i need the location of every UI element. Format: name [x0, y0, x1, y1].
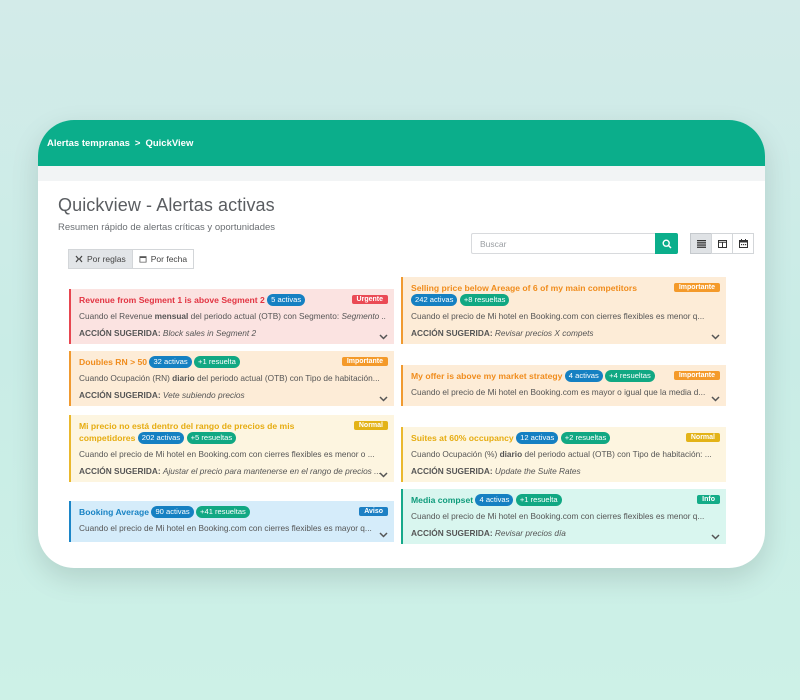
alert-title: Media compset 4 activas +1 resuelta — [411, 494, 718, 506]
resolved-count-badge: +1 resuelta — [194, 356, 240, 368]
alert-title: Booking Average 90 activas +41 resueltas — [79, 506, 386, 518]
suggested-action: ACCIÓN SUGERIDA: Ajustar el precio para … — [79, 466, 382, 476]
status-badge: Normal — [353, 421, 388, 430]
resolved-count-badge: +8 resueltas — [459, 294, 510, 306]
alert-card[interactable]: Suites at 60% occupancy 12 activas +2 re… — [401, 427, 726, 482]
chevron-down-icon[interactable] — [711, 396, 720, 402]
suggested-action: ACCIÓN SUGERIDA: Update the Suite Rates — [411, 466, 581, 476]
breadcrumb: Alertas tempranas > QuickView — [38, 120, 765, 166]
search-button[interactable] — [655, 233, 678, 254]
alert-title: Suites at 60% occupancy 12 activas +2 re… — [411, 432, 718, 444]
alert-description: Cuando el precio de Mi hotel en Booking.… — [79, 449, 375, 459]
chevron-down-icon[interactable] — [379, 334, 388, 340]
active-count-badge: 90 activas — [151, 506, 194, 518]
alert-description: Cuando Ocupación (%) diario del periodo … — [411, 449, 712, 459]
resolved-count-badge: +2 resueltas — [560, 432, 611, 444]
list-icon — [696, 239, 706, 248]
active-count-badge: 32 activas — [149, 356, 192, 368]
status-badge: Normal — [685, 433, 720, 442]
search-bar — [471, 233, 678, 254]
active-count-badge: 4 activas — [564, 370, 603, 382]
breadcrumb-parent[interactable]: Alertas tempranas — [47, 138, 130, 149]
active-count-badge: 4 activas — [475, 494, 514, 506]
suggested-action: ACCIÓN SUGERIDA: Revisar precios X compe… — [411, 328, 594, 338]
alert-description: Cuando Ocupación (RN) diario del periodo… — [79, 373, 380, 383]
search-input[interactable] — [471, 233, 655, 254]
alert-card[interactable]: Booking Average 90 activas +41 resueltas… — [69, 501, 394, 542]
resolved-count-badge: +1 resuelta — [515, 494, 562, 506]
alert-description: Cuando el precio de Mi hotel en Booking.… — [79, 523, 372, 533]
search-icon — [661, 238, 672, 249]
alert-card[interactable]: Mi precio no está dentro del rango de pr… — [69, 415, 394, 482]
columns-view-button[interactable] — [711, 233, 733, 254]
page-subtitle: Resumen rápido de alertas críticas y opo… — [58, 222, 276, 233]
alert-description: Cuando el precio de Mi hotel en Booking.… — [411, 311, 705, 321]
suggested-action: ACCIÓN SUGERIDA: Revisar precios día — [411, 528, 566, 538]
calendar-icon — [139, 256, 147, 263]
active-count-badge: 12 activas — [516, 432, 559, 444]
alert-title: Doubles RN > 50 32 activas +1 resuelta — [79, 356, 386, 368]
alert-title: My offer is above my market strategy 4 a… — [411, 370, 718, 382]
status-badge: Importante — [673, 283, 720, 292]
alert-description: Cuando el precio de Mi hotel en Booking.… — [411, 511, 705, 521]
chevron-down-icon[interactable] — [379, 532, 388, 538]
subheader-bar — [38, 166, 765, 181]
status-badge: Importante — [341, 357, 388, 366]
status-badge: Info — [697, 495, 720, 504]
resolved-count-badge: +4 resueltas — [605, 370, 655, 382]
view-toggle-group — [690, 233, 754, 254]
breadcrumb-current: QuickView — [145, 137, 194, 149]
sort-by-date-label: Por fecha — [150, 254, 188, 264]
main-content: Quickview - Alertas activas Resumen rápi… — [38, 195, 765, 254]
chevron-down-icon[interactable] — [711, 534, 720, 540]
calendar-icon — [738, 239, 748, 248]
status-badge: Importante — [673, 371, 720, 380]
status-badge: Aviso — [359, 507, 388, 516]
alert-description: Cuando el precio de Mi hotel en Booking.… — [411, 387, 706, 397]
sort-by-date-button[interactable]: Por fecha — [131, 249, 195, 269]
sort-by-rules-label: Por reglas — [87, 254, 126, 264]
columns-icon — [717, 239, 727, 248]
alert-description: Cuando el Revenue mensual del periodo ac… — [79, 311, 386, 321]
page-title: Quickview - Alertas activas — [58, 195, 275, 215]
list-view-button[interactable] — [690, 233, 712, 254]
resolved-count-badge: +41 resueltas — [196, 506, 250, 518]
chevron-down-icon[interactable] — [379, 472, 388, 478]
alert-title: Mi precio no está dentro del rango de pr… — [79, 421, 295, 444]
resolved-count-badge: +5 resueltas — [186, 432, 237, 444]
active-count-badge: 5 activas — [267, 294, 306, 306]
breadcrumb-separator: > — [134, 137, 141, 149]
active-count-badge: 242 activas — [411, 294, 458, 306]
sort-by-rules-button[interactable]: Por reglas — [68, 249, 133, 269]
alert-title: Selling price below Areage of 6 of my ma… — [411, 283, 638, 306]
sort-toggle-group: Por reglas Por fecha — [68, 249, 195, 269]
suggested-action: ACCIÓN SUGERIDA: Block sales in Segment … — [79, 328, 257, 338]
alert-card[interactable]: Doubles RN > 50 32 activas +1 resuelta I… — [69, 351, 394, 406]
alert-card[interactable]: My offer is above my market strategy 4 a… — [401, 365, 726, 406]
alert-card[interactable]: Media compset 4 activas +1 resuelta Info… — [401, 489, 726, 544]
calendar-view-button[interactable] — [732, 233, 754, 254]
rules-icon — [75, 255, 83, 263]
chevron-down-icon[interactable] — [711, 334, 720, 340]
chevron-down-icon[interactable] — [379, 396, 388, 402]
active-count-badge: 202 activas — [137, 432, 185, 444]
alert-card[interactable]: Selling price below Areage of 6 of my ma… — [401, 277, 726, 344]
alert-card[interactable]: Revenue from Segment 1 is above Segment … — [69, 289, 394, 344]
suggested-action: ACCIÓN SUGERIDA: Vete subiendo precios — [79, 390, 245, 400]
alert-title: Revenue from Segment 1 is above Segment … — [79, 294, 386, 306]
app-window: Alertas tempranas > QuickView Quickview … — [38, 120, 765, 568]
status-badge: Urgente — [351, 295, 388, 304]
